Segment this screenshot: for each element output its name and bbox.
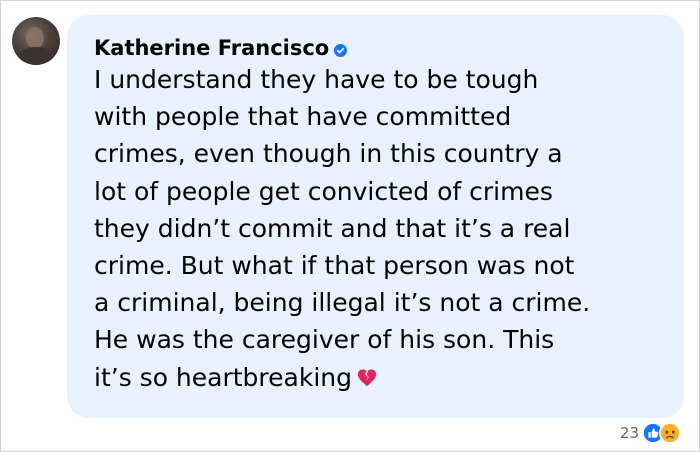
author-row: Katherine Francisco <box>94 35 348 61</box>
avatar-face <box>26 27 44 49</box>
avatar-shoulders <box>16 47 56 65</box>
reactions-summary[interactable]: 23 <box>620 421 681 445</box>
author-name[interactable]: Katherine Francisco <box>94 35 329 61</box>
comment-bubble: Katherine Francisco I understand they ha… <box>67 15 684 418</box>
broken-heart-icon <box>357 369 377 386</box>
sad-icon <box>659 422 681 444</box>
verified-badge-icon <box>334 43 348 57</box>
comment-body: I understand they have to be tough with … <box>94 61 664 396</box>
reaction-count: 23 <box>619 424 639 442</box>
comment-text: I understand they have to be tough with … <box>94 65 591 392</box>
comment-card: Katherine Francisco I understand they ha… <box>0 0 700 452</box>
avatar[interactable] <box>12 17 60 65</box>
